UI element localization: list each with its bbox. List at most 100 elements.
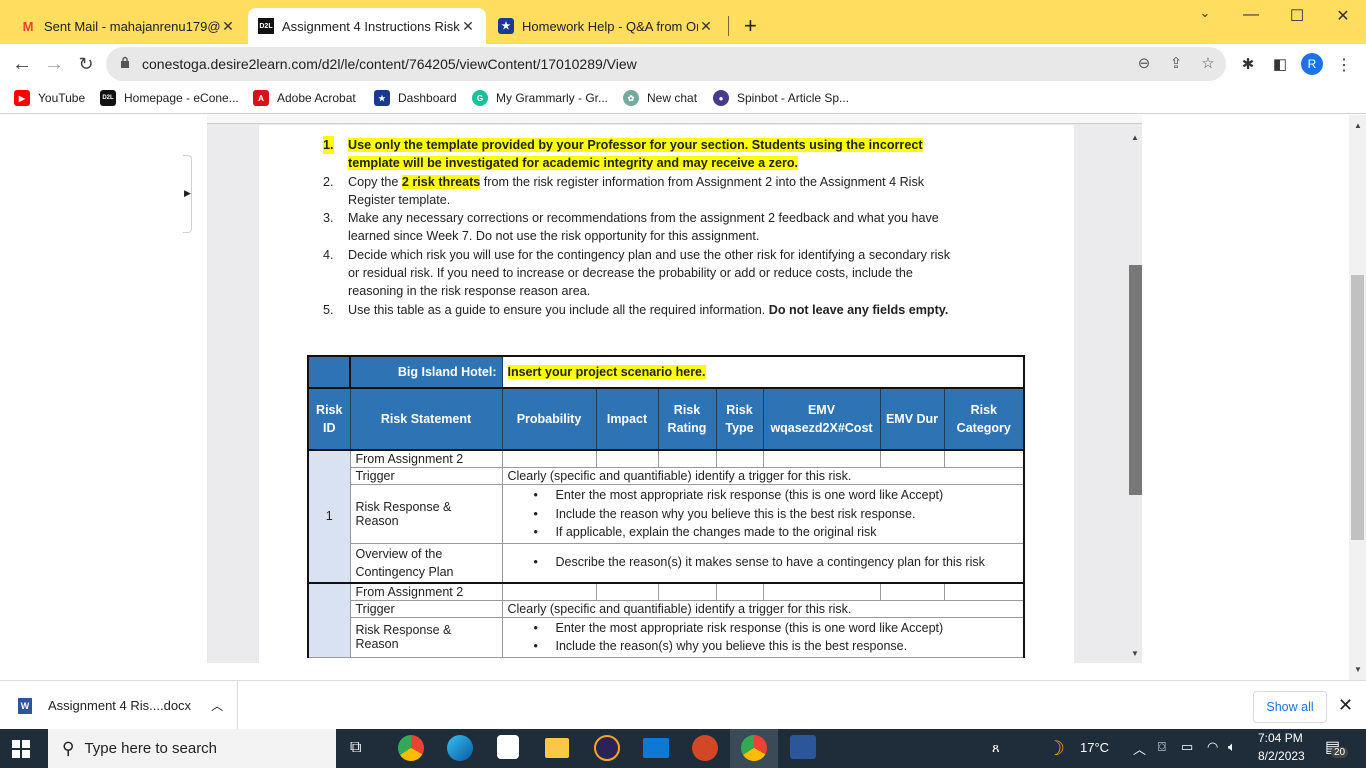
risk-row-response: Risk Response & Reason Enter the most ap… xyxy=(308,616,1026,658)
risk-row-plan: Overview of the Contingency Plan Describ… xyxy=(308,542,1026,584)
probability-cell[interactable] xyxy=(501,582,597,601)
grammarly-icon: G xyxy=(472,90,488,106)
instruction-item: 5. Use this table as a guide to ensure yo… xyxy=(323,302,949,317)
bookmark-youtube[interactable]: ▶ YouTube xyxy=(14,90,85,106)
new-tab-button[interactable]: + xyxy=(734,8,762,44)
risk-type-cell[interactable] xyxy=(715,449,764,468)
risk-rating-cell[interactable] xyxy=(657,582,717,601)
tab-homework-help[interactable]: ★ Homework Help - Q&A from Onl ✕ xyxy=(488,8,724,44)
scroll-up-icon[interactable]: ▲ xyxy=(1131,133,1139,142)
extensions-icon[interactable]: ✱ xyxy=(1238,55,1258,73)
risk-type-cell[interactable] xyxy=(715,582,764,601)
scenario-row: Big Island Hotel: Insert your project sc… xyxy=(307,355,1026,389)
taskbar-search[interactable]: ⚲ Type here to search xyxy=(48,729,336,768)
emv-dur-cell[interactable] xyxy=(879,582,945,601)
windows-start-icon[interactable] xyxy=(12,740,30,758)
share-icon[interactable]: ⇪ xyxy=(1166,54,1186,72)
scroll-down-icon[interactable]: ▼ xyxy=(1354,665,1362,674)
menu-icon[interactable]: ⋮ xyxy=(1334,55,1354,75)
close-window-button[interactable]: ✕ xyxy=(1328,6,1358,26)
eclipse-app-icon[interactable] xyxy=(594,735,620,761)
people-icon[interactable]: ጸ xyxy=(992,740,1000,756)
profile-avatar[interactable]: R xyxy=(1301,53,1323,75)
impact-cell[interactable] xyxy=(595,582,659,601)
edge-app-icon[interactable] xyxy=(447,735,473,761)
page-scroll-thumb[interactable] xyxy=(1351,275,1364,540)
impact-cell[interactable] xyxy=(595,449,659,468)
temperature[interactable]: 17°C xyxy=(1080,740,1109,755)
wifi-icon[interactable]: ◠ xyxy=(1207,739,1218,755)
header-impact: Impact xyxy=(595,387,659,451)
bookmark-star-icon[interactable]: ☆ xyxy=(1198,54,1218,72)
instruction-item: 1. Use only the template provided by your… xyxy=(323,136,923,171)
response-bullets: Enter the most appropriate risk response… xyxy=(508,486,1019,542)
emv-dur-cell[interactable] xyxy=(879,449,945,468)
spinbot-icon: ● xyxy=(713,90,729,106)
chevron-up-icon[interactable]: ︿ xyxy=(211,697,223,714)
viewer-scrollbar[interactable]: ▲ ▼ xyxy=(1128,125,1142,663)
risk-category-cell[interactable] xyxy=(943,449,1026,468)
close-tab-icon[interactable]: ✕ xyxy=(220,18,236,35)
battery-icon[interactable]: ▭ xyxy=(1181,739,1193,755)
sidebar-toggle[interactable]: ▶ xyxy=(183,155,192,233)
show-all-button[interactable]: Show all xyxy=(1253,691,1327,723)
zoom-out-icon[interactable]: ⊖ xyxy=(1134,54,1154,72)
store-app-icon[interactable] xyxy=(497,735,519,759)
bookmark-dashboard[interactable]: ★ Dashboard xyxy=(374,90,457,106)
bookmark-grammarly[interactable]: G My Grammarly - Gr... xyxy=(472,90,608,106)
probability-cell[interactable] xyxy=(501,449,597,468)
scroll-down-icon[interactable]: ▼ xyxy=(1131,649,1139,658)
word-app-icon[interactable] xyxy=(790,735,816,759)
bookmark-new-chat[interactable]: ✿ New chat xyxy=(623,90,697,106)
scroll-up-icon[interactable]: ▲ xyxy=(1354,121,1362,130)
side-panel-icon[interactable]: ◧ xyxy=(1270,55,1290,73)
tab-gmail[interactable]: M Sent Mail - mahajanrenu179@gm ✕ xyxy=(10,8,246,44)
chevron-up-tray-icon[interactable]: ︿ xyxy=(1133,739,1146,758)
response-bullets: Enter the most appropriate risk response… xyxy=(508,619,1019,656)
tab-search-icon[interactable]: ⌄ xyxy=(1190,5,1220,21)
download-bar: W Assignment 4 Ris....docx ︿ Show all ✕ xyxy=(0,680,1366,730)
clock-date[interactable]: 8/2/2023 xyxy=(1258,749,1305,763)
reload-button[interactable]: ↻ xyxy=(74,52,98,76)
task-view-icon[interactable]: ⧉ xyxy=(350,739,361,757)
chrome-active-app[interactable] xyxy=(730,729,778,768)
tab-assignment[interactable]: D2L Assignment 4 Instructions Risk Re ✕ xyxy=(248,8,486,44)
header-risk-id: Risk ID xyxy=(307,387,351,451)
risk-id-cell: 1 xyxy=(307,449,351,584)
volume-icon[interactable]: 🔈︎ xyxy=(1228,739,1236,755)
close-download-bar-icon[interactable]: ✕ xyxy=(1338,695,1353,716)
close-tab-icon[interactable]: ✕ xyxy=(698,18,714,35)
address-bar[interactable]: conestoga.desire2learn.com/d2l/le/conten… xyxy=(106,47,1226,81)
risk-row-from: 1 From Assignment 2 xyxy=(307,449,1026,584)
chegg-icon: ★ xyxy=(498,18,514,34)
bookmarks-bar: ▶ YouTube D2L Homepage - eCone... A Adobe A… xyxy=(0,84,1366,114)
risk-rating-cell[interactable] xyxy=(657,449,717,468)
camera-icon[interactable]: ⌼ xyxy=(1158,739,1166,755)
clock-time[interactable]: 7:04 PM xyxy=(1258,731,1303,745)
emv-cost-cell[interactable] xyxy=(762,582,881,601)
download-item[interactable]: W Assignment 4 Ris....docx ︿ xyxy=(0,681,238,730)
header-probability: Probability xyxy=(501,387,597,451)
risk-row-response: Risk Response & Reason Enter the most ap… xyxy=(308,484,1026,544)
chrome-app-icon[interactable] xyxy=(398,735,424,761)
file-explorer-icon[interactable] xyxy=(545,738,569,758)
viewer-scroll-thumb[interactable] xyxy=(1129,265,1142,495)
risk-category-cell[interactable] xyxy=(943,582,1026,601)
chatgpt-icon: ✿ xyxy=(623,90,639,106)
back-button[interactable]: ← xyxy=(10,52,34,76)
document-viewer: 1. Use only the template provided by your… xyxy=(207,115,1142,663)
d2l-icon: D2L xyxy=(100,90,116,106)
acrobat-icon: A xyxy=(253,90,269,106)
bookmark-adobe-acrobat[interactable]: A Adobe Acrobat xyxy=(253,90,356,106)
powerpoint-app-icon[interactable] xyxy=(692,735,718,761)
forward-button[interactable]: → xyxy=(42,52,66,76)
page-scrollbar[interactable]: ▲ ▼ xyxy=(1349,115,1366,680)
maximize-button[interactable]: ☐ xyxy=(1282,6,1312,26)
emv-cost-cell[interactable] xyxy=(762,449,881,468)
mail-app-icon[interactable] xyxy=(643,738,669,758)
minimize-button[interactable]: — xyxy=(1236,6,1266,24)
bookmark-spinbot[interactable]: ● Spinbot - Article Sp... xyxy=(713,90,849,106)
close-tab-icon[interactable]: ✕ xyxy=(460,18,476,35)
bookmark-homepage[interactable]: D2L Homepage - eCone... xyxy=(100,90,239,106)
scenario-value-cell: Insert your project scenario here. xyxy=(501,355,1026,389)
